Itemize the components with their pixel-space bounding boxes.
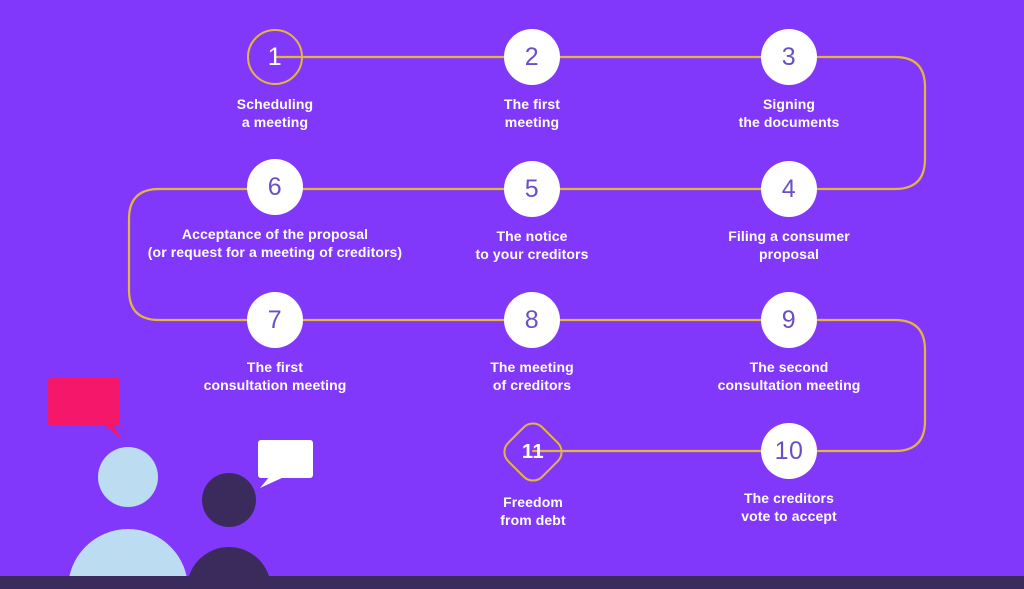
step-11[interactable]: 11 Freedom from debt <box>413 416 653 529</box>
step-10-marker[interactable]: 10 <box>761 423 817 479</box>
step-5-label: The notice to your creditors <box>475 228 589 262</box>
step-6-label: Acceptance of the proposal (or request f… <box>147 226 403 260</box>
step-1-marker[interactable]: 1 <box>247 29 303 85</box>
step-1[interactable]: 1 Scheduling a meeting <box>155 29 395 131</box>
step-8[interactable]: 8 The meeting of creditors <box>412 292 652 394</box>
step-4-number: 4 <box>781 174 797 203</box>
step-7-label: The first consultation meeting <box>203 359 347 393</box>
step-3-label: Signing the documents <box>738 96 840 130</box>
step-4[interactable]: 4 Filing a consumer proposal <box>669 161 909 263</box>
step-8-marker[interactable]: 8 <box>504 292 560 348</box>
step-6-marker[interactable]: 6 <box>247 159 303 215</box>
step-3-marker[interactable]: 3 <box>761 29 817 85</box>
step-1-label: Scheduling a meeting <box>236 96 314 130</box>
step-8-number: 8 <box>524 305 540 334</box>
step-11-marker[interactable]: 11 <box>497 416 569 488</box>
step-3[interactable]: 3 Signing the documents <box>669 29 909 131</box>
step-5-marker[interactable]: 5 <box>504 161 560 217</box>
step-7-number: 7 <box>267 305 283 334</box>
step-8-label: The meeting of creditors <box>490 359 574 393</box>
step-9-number: 9 <box>781 305 797 334</box>
step-10-number: 10 <box>774 436 804 465</box>
step-7[interactable]: 7 The first consultation meeting <box>155 292 395 394</box>
step-9-marker[interactable]: 9 <box>761 292 817 348</box>
step-10[interactable]: 10 The creditors vote to accept <box>669 423 909 525</box>
step-4-marker[interactable]: 4 <box>761 161 817 217</box>
infographic-canvas: 1 Scheduling a meeting 2 The first meeti… <box>0 0 1024 589</box>
step-6-number: 6 <box>267 172 283 201</box>
step-2[interactable]: 2 The first meeting <box>412 29 652 131</box>
step-2-marker[interactable]: 2 <box>504 29 560 85</box>
step-4-label: Filing a consumer proposal <box>728 228 850 262</box>
step-9[interactable]: 9 The second consultation meeting <box>669 292 909 394</box>
step-5-number: 5 <box>524 174 540 203</box>
step-1-number: 1 <box>267 42 283 71</box>
step-9-label: The second consultation meeting <box>717 359 861 393</box>
step-10-label: The creditors vote to accept <box>741 490 837 524</box>
step-7-marker[interactable]: 7 <box>247 292 303 348</box>
step-11-label: Freedom from debt <box>500 494 566 528</box>
step-6[interactable]: 6 Acceptance of the proposal (or request… <box>105 159 445 261</box>
step-5[interactable]: 5 The notice to your creditors <box>412 161 652 263</box>
step-11-number: 11 <box>521 441 545 463</box>
step-2-label: The first meeting <box>503 96 561 130</box>
bottom-bar <box>0 576 1024 589</box>
steps-layer: 1 Scheduling a meeting 2 The first meeti… <box>0 0 1024 589</box>
step-3-number: 3 <box>781 42 797 71</box>
step-2-number: 2 <box>524 42 540 71</box>
